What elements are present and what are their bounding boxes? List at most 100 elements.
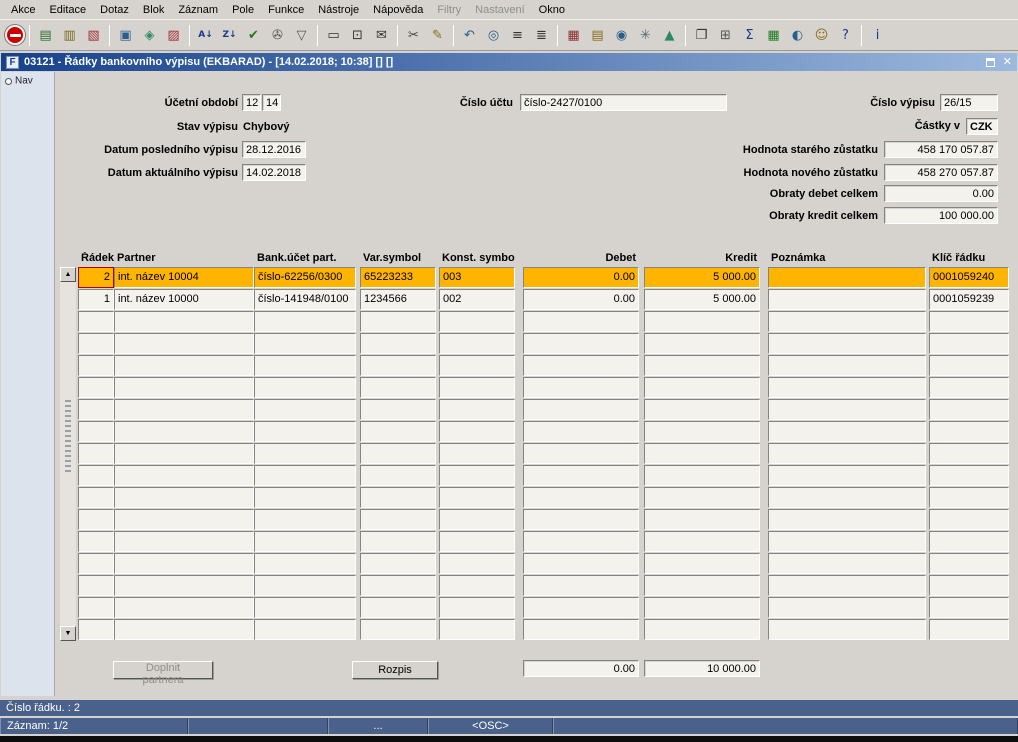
cell-partner[interactable]: int. název 10004 [114, 267, 254, 288]
calendar-icon[interactable]: ▦ [562, 23, 585, 47]
menu-dotaz[interactable]: Dotaz [93, 1, 136, 18]
menu-nastaveni[interactable]: Nastavení [468, 1, 532, 18]
ucetni-obdobi-field-1[interactable]: 12 [242, 94, 261, 111]
cell-kredit[interactable] [644, 553, 760, 574]
open-icon[interactable]: ▥ [58, 23, 81, 47]
tools-icon[interactable]: ✇ [266, 23, 289, 47]
filter-icon[interactable]: ▽ [290, 23, 313, 47]
cell-konst-symbol[interactable] [439, 333, 515, 354]
cell-debet[interactable] [523, 355, 639, 376]
cell-radek[interactable] [78, 487, 114, 508]
cell-var-symbol[interactable] [360, 399, 436, 420]
cell-radek[interactable] [78, 377, 114, 398]
menu-pole[interactable]: Pole [225, 1, 261, 18]
cell-debet[interactable] [523, 465, 639, 486]
cell-partner[interactable] [114, 509, 254, 530]
cell-kredit[interactable] [644, 531, 760, 552]
cell-poznamka[interactable] [768, 443, 926, 464]
document-icon[interactable]: ▤ [586, 23, 609, 47]
cell-debet[interactable] [523, 399, 639, 420]
cell-radek[interactable] [78, 443, 114, 464]
cell-debet[interactable] [523, 619, 639, 640]
cell-debet[interactable] [523, 575, 639, 596]
cell-poznamka[interactable] [768, 399, 926, 420]
cell-radek[interactable] [78, 399, 114, 420]
cell-bank-ucet-part[interactable]: číslo-62256/0300 [254, 267, 356, 288]
cell-var-symbol[interactable] [360, 509, 436, 530]
cell-radek[interactable] [78, 531, 114, 552]
cell-bank-ucet-part[interactable] [254, 355, 356, 376]
scrollbar-trough[interactable] [60, 282, 76, 626]
cell-debet[interactable] [523, 443, 639, 464]
cell-bank-ucet-part[interactable] [254, 333, 356, 354]
list-icon[interactable]: ≡ [506, 23, 529, 47]
cell-var-symbol[interactable] [360, 597, 436, 618]
rozpis-button[interactable]: Rozpis [352, 661, 438, 679]
cell-partner[interactable] [114, 399, 254, 420]
cell-konst-symbol[interactable] [439, 487, 515, 508]
cancel-query-icon[interactable]: ▨ [162, 23, 185, 47]
cell-kredit[interactable] [644, 597, 760, 618]
cell-bank-ucet-part[interactable] [254, 575, 356, 596]
table-row[interactable] [78, 597, 1009, 618]
menu-okno[interactable]: Okno [532, 1, 572, 18]
cell-konst-symbol[interactable]: 003 [439, 267, 515, 288]
table-row[interactable] [78, 399, 1009, 420]
cell-var-symbol[interactable] [360, 377, 436, 398]
cell-konst-symbol[interactable] [439, 465, 515, 486]
cell-debet[interactable] [523, 597, 639, 618]
cell-konst-symbol[interactable] [439, 509, 515, 530]
delete-record-icon[interactable]: ▧ [82, 23, 105, 47]
undo-icon[interactable]: ↶ [458, 23, 481, 47]
cell-debet[interactable] [523, 509, 639, 530]
cell-radek[interactable] [78, 465, 114, 486]
cell-partner[interactable] [114, 597, 254, 618]
table-row[interactable] [78, 619, 1009, 640]
cell-konst-symbol[interactable] [439, 597, 515, 618]
cell-kredit[interactable] [644, 377, 760, 398]
cell-bank-ucet-part[interactable] [254, 597, 356, 618]
cell-var-symbol[interactable] [360, 619, 436, 640]
cell-konst-symbol[interactable] [439, 377, 515, 398]
sum-icon[interactable]: Σ [738, 23, 761, 47]
cell-kredit[interactable] [644, 421, 760, 442]
table-row[interactable] [78, 443, 1009, 464]
cell-var-symbol[interactable] [360, 311, 436, 332]
execute-query-icon[interactable]: ◈ [138, 23, 161, 47]
cell-klic-radku[interactable]: 0001059239 [929, 289, 1009, 310]
cell-klic-radku[interactable]: 0001059240 [929, 267, 1009, 288]
assistant-icon[interactable]: ☺ [810, 23, 833, 47]
cell-poznamka[interactable] [768, 421, 926, 442]
scroll-down-icon[interactable]: ▼ [60, 626, 76, 641]
cell-partner[interactable] [114, 575, 254, 596]
cell-poznamka[interactable] [768, 267, 926, 288]
cell-klic-radku[interactable] [929, 311, 1009, 332]
cell-klic-radku[interactable] [929, 575, 1009, 596]
cell-konst-symbol[interactable] [439, 619, 515, 640]
cell-konst-symbol[interactable] [439, 355, 515, 376]
cell-partner[interactable] [114, 377, 254, 398]
cell-var-symbol[interactable] [360, 443, 436, 464]
cell-var-symbol[interactable] [360, 421, 436, 442]
cislo-uctu-field[interactable]: číslo-2427/0100 [520, 94, 727, 111]
cell-debet[interactable] [523, 333, 639, 354]
cell-radek[interactable] [78, 619, 114, 640]
detail-list-icon[interactable]: ≣ [530, 23, 553, 47]
cell-var-symbol[interactable] [360, 465, 436, 486]
mail-icon[interactable]: ✉ [370, 23, 393, 47]
menu-blok[interactable]: Blok [136, 1, 171, 18]
cell-klic-radku[interactable] [929, 487, 1009, 508]
menu-filtry[interactable]: Filtry [430, 1, 468, 18]
cell-radek[interactable]: 2 [78, 267, 114, 288]
cell-partner[interactable] [114, 487, 254, 508]
table-row[interactable]: 1 int. název 10000 číslo-141948/0100 123456… [78, 289, 1009, 310]
cell-poznamka[interactable] [768, 289, 926, 310]
cell-poznamka[interactable] [768, 355, 926, 376]
sort-asc-icon[interactable]: A↓ [194, 23, 217, 47]
cell-radek[interactable] [78, 333, 114, 354]
cell-kredit[interactable] [644, 443, 760, 464]
cell-klic-radku[interactable] [929, 377, 1009, 398]
table-row[interactable] [78, 487, 1009, 508]
cell-var-symbol[interactable] [360, 531, 436, 552]
cell-partner[interactable] [114, 355, 254, 376]
